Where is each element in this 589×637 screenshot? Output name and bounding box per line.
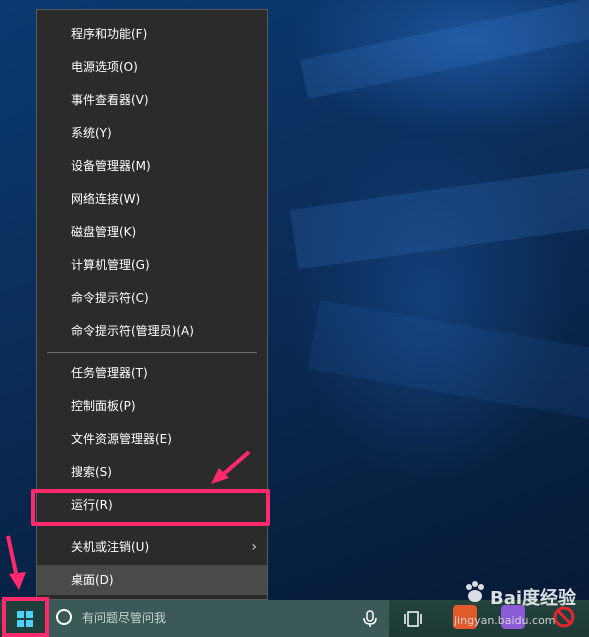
menu-item-control-panel[interactable]: 控制面板(P) (37, 391, 267, 421)
menu-item-device-manager[interactable]: 设备管理器(M) (37, 151, 267, 181)
menu-item-shutdown-signout[interactable]: 关机或注销(U) › (37, 532, 267, 562)
microphone-icon[interactable] (361, 610, 379, 628)
menu-item-disk-management[interactable]: 磁盘管理(K) (37, 217, 267, 247)
menu-item-power-options[interactable]: 电源选项(O) (37, 52, 267, 82)
menu-item-computer-management[interactable]: 计算机管理(G) (37, 250, 267, 280)
paw-icon (466, 581, 484, 602)
run-highlight-annotation (31, 489, 270, 526)
menu-item-task-manager[interactable]: 任务管理器(T) (37, 358, 267, 388)
menu-item-command-prompt-admin[interactable]: 命令提示符(管理员)(A) (37, 316, 267, 346)
watermark-brand: Bai度经验 (490, 588, 577, 609)
menu-item-desktop[interactable]: 桌面(D) (37, 565, 267, 595)
cortana-icon (56, 609, 72, 625)
search-placeholder: 有问题尽管问我 (82, 611, 167, 625)
menu-separator (47, 352, 257, 353)
task-view-icon[interactable] (403, 610, 423, 628)
annotation-arrow-icon (6, 535, 26, 590)
watermark-url: jingyan.baidu.com (454, 614, 556, 627)
light-beam (290, 165, 589, 270)
chevron-right-icon: › (251, 539, 257, 555)
annotation-arrow-icon (211, 450, 251, 484)
start-highlight-annotation (2, 597, 49, 637)
menu-item-event-viewer[interactable]: 事件查看器(V) (37, 85, 267, 115)
menu-item-programs-features[interactable]: 程序和功能(F) (37, 19, 267, 49)
taskbar-search-box[interactable]: 有问题尽管问我 (49, 600, 389, 637)
light-beam (300, 0, 589, 100)
menu-item-system[interactable]: 系统(Y) (37, 118, 267, 148)
menu-item-command-prompt[interactable]: 命令提示符(C) (37, 283, 267, 313)
menu-item-network-connections[interactable]: 网络连接(W) (37, 184, 267, 214)
baidu-watermark: Bai度经验 jingyan.baidu.com (452, 578, 589, 637)
light-beam (307, 300, 589, 422)
menu-item-label: 关机或注销(U) (71, 540, 150, 554)
